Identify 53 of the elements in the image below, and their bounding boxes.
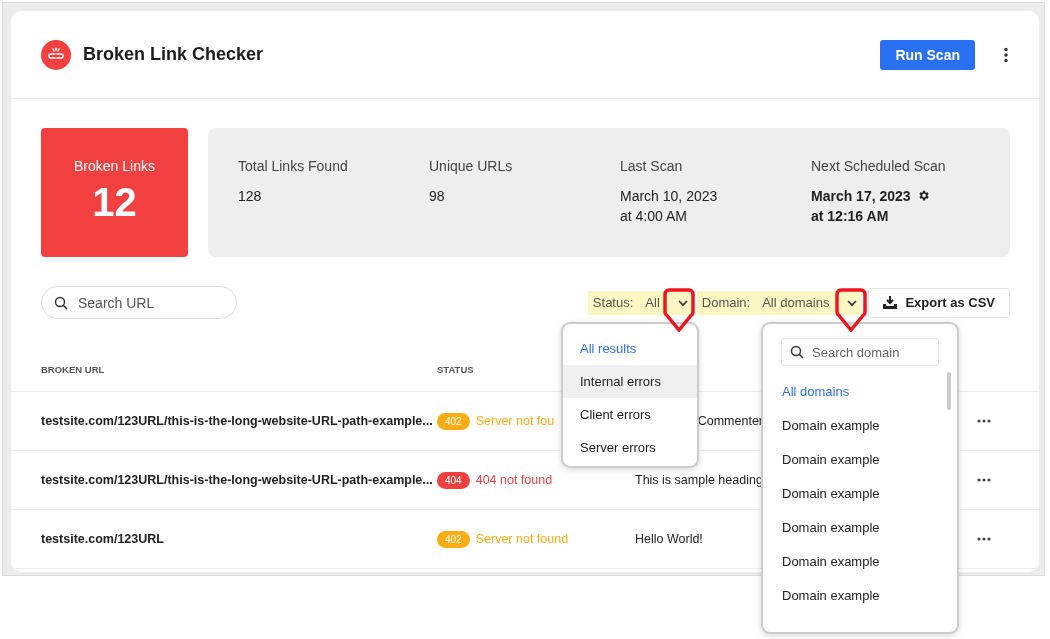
download-icon (883, 296, 898, 309)
stat-label: Next Scheduled Scan (811, 158, 947, 174)
menu-item[interactable]: All results (563, 332, 697, 365)
url-cell-text: testsite.com/123URL/this-is-the-long-website-URL-path-example... (41, 473, 434, 487)
menu-item[interactable]: Client errors (563, 398, 697, 431)
menu-item[interactable]: Domain example (763, 578, 957, 612)
stat-label: Last Scan (620, 158, 684, 174)
row-actions-icon[interactable] (977, 478, 991, 482)
more-options-icon[interactable] (1003, 46, 1009, 63)
stat-label: Unique URLs (429, 158, 514, 174)
menu-item[interactable]: Domain example (763, 510, 957, 544)
stat-value: 128 (238, 187, 262, 206)
card-label: Broken Links (74, 158, 155, 174)
app-title: Broken Link Checker (83, 44, 265, 65)
stat-value: March 17, 2023 at 12:16 AM (811, 187, 911, 226)
run-scan-button[interactable]: Run Scan (880, 39, 975, 70)
menu-item[interactable]: Domain example (763, 442, 957, 476)
export-button[interactable]: Export as CSV (868, 287, 1010, 318)
row-actions-icon[interactable] (977, 537, 991, 541)
menu-item[interactable]: All domains (763, 374, 957, 408)
broken-link-logo-icon (41, 39, 71, 70)
callout-marker-icon (663, 288, 695, 332)
status-code-badge: 402 (437, 412, 470, 430)
status-text: Server not fou (475, 414, 555, 428)
domain-search-field[interactable]: Search domain (781, 338, 939, 366)
filter-dropdown[interactable]: Status: All (587, 290, 692, 315)
table-cell: Hello World! (635, 532, 703, 546)
menu-item[interactable]: Domain example (763, 408, 957, 442)
status-code-badge: 404 (437, 471, 470, 489)
menu-item[interactable]: Domain example (763, 476, 957, 510)
column-header: BROKEN URL (41, 364, 106, 375)
url-cell-text: testsite.com/123URL (41, 532, 165, 546)
scrollbar[interactable] (947, 372, 951, 410)
status-code-badge: 402 (437, 530, 470, 548)
status-text: Server not found (475, 532, 569, 546)
chevron-icon[interactable] (847, 298, 858, 307)
broken-count: 12 (92, 180, 137, 225)
chevron-icon[interactable] (677, 298, 688, 307)
menu-item[interactable]: Internal errors (563, 365, 697, 398)
status-text: 404 not found (475, 473, 553, 487)
filter-dropdown[interactable]: Domain: All domains (696, 290, 862, 315)
row-actions-icon[interactable] (977, 419, 991, 423)
table-cell: Commenter (697, 414, 763, 428)
menu-item[interactable]: Domain example (763, 544, 957, 578)
menu-item[interactable]: Server errors (563, 431, 697, 464)
search-icon (54, 295, 68, 310)
stat-value: March 10, 2023 at 4:00 AM (620, 187, 718, 226)
stat-value: 98 (429, 187, 445, 206)
callout-marker-icon (835, 288, 867, 332)
search-icon (790, 345, 804, 359)
column-header: STATUS (437, 364, 475, 375)
url-cell-text: testsite.com/123URL/this-is-the-long-website-URL-path-example... (41, 414, 434, 428)
stat-label: Total Links Found (238, 158, 349, 174)
